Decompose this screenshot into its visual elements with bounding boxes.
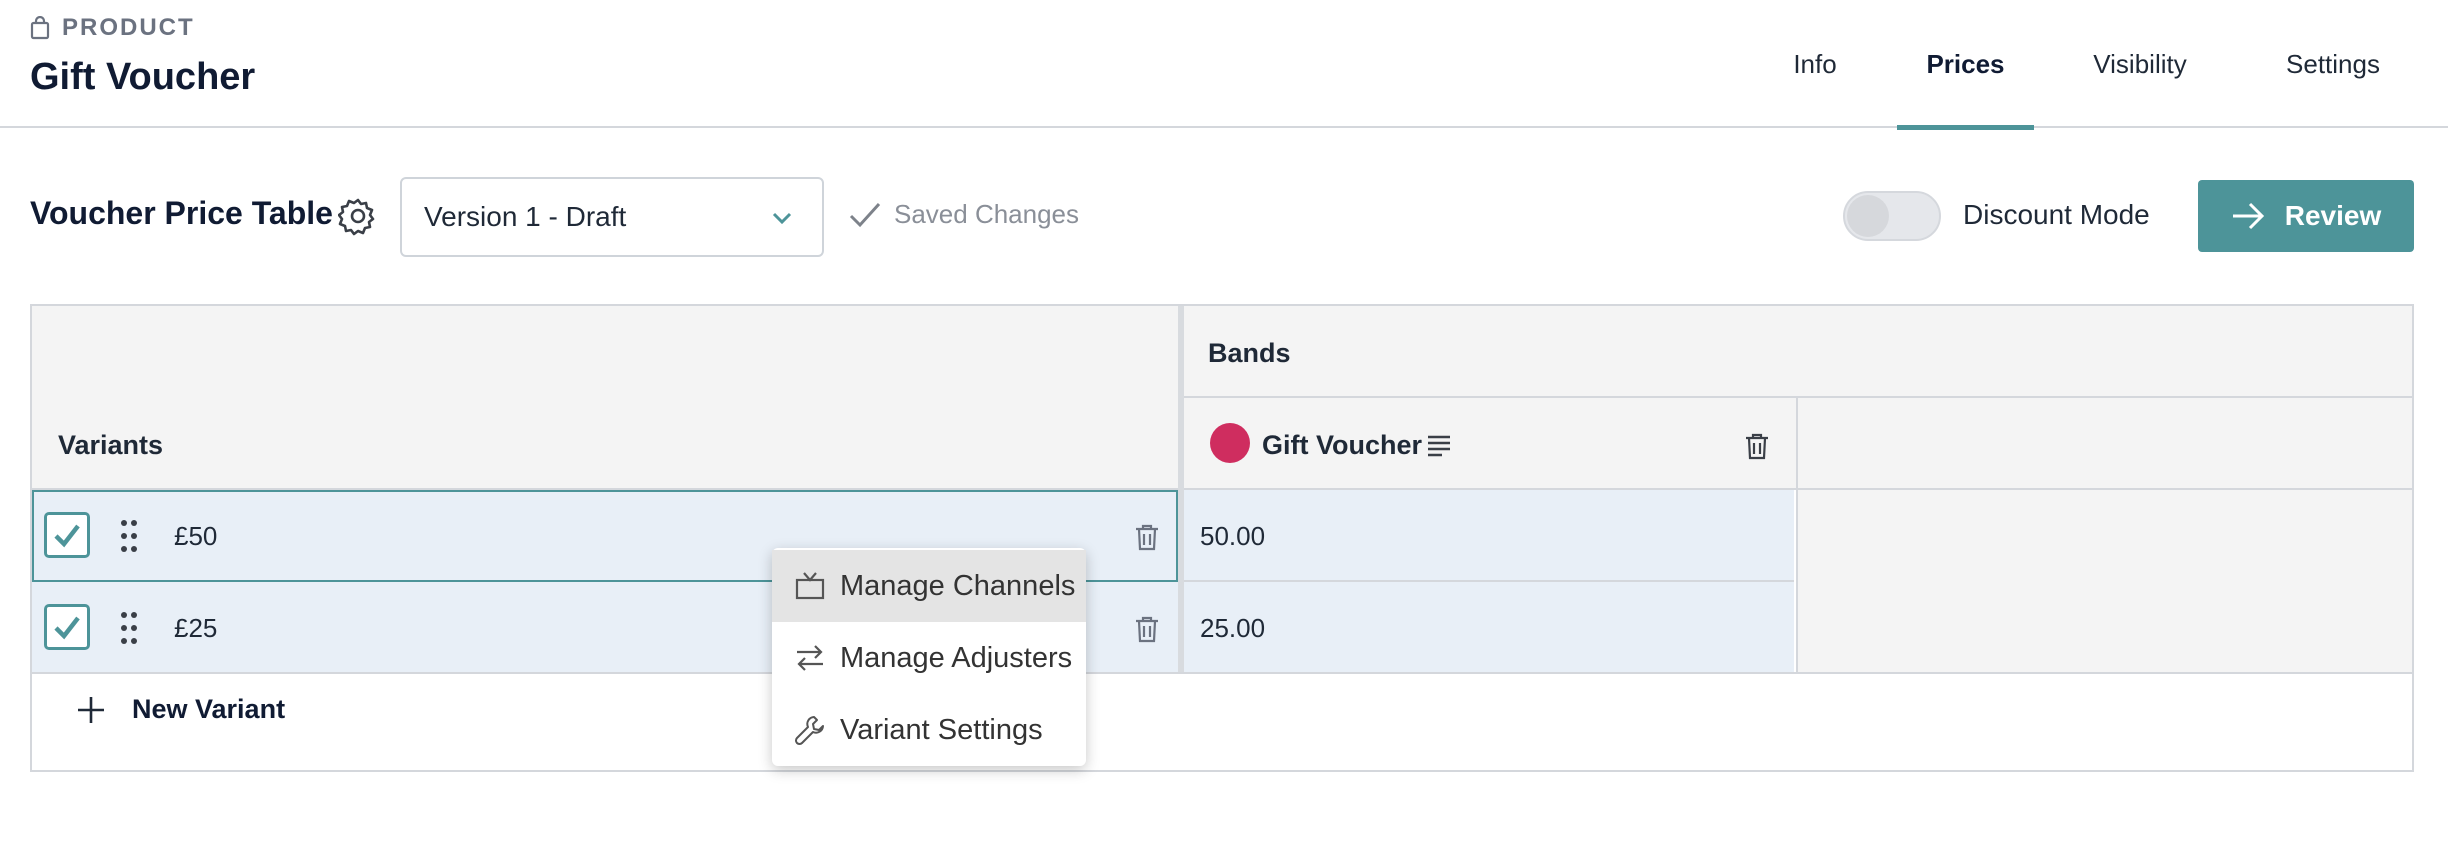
saved-status-label: Saved Changes	[894, 199, 1080, 229]
chevron-down-icon	[772, 212, 792, 225]
page-header: PRODUCT Gift Voucher Info Prices Visibil…	[0, 0, 2448, 130]
toggle-knob	[1847, 195, 1889, 237]
tv-icon	[795, 572, 825, 600]
price-cell[interactable]: 25.00	[1200, 613, 1265, 644]
product-eyebrow: PRODUCT	[30, 14, 195, 42]
arrow-right-icon	[2232, 202, 2264, 230]
bands-header: Bands	[1208, 338, 1291, 368]
delete-variant-icon[interactable]	[1134, 615, 1160, 643]
variants-header: Variants	[58, 430, 164, 460]
row-checkbox[interactable]	[44, 604, 90, 650]
price-cells-bg	[1180, 490, 1794, 674]
checkmark-icon	[54, 616, 80, 640]
divider	[1796, 396, 1798, 672]
menu-item-label: Manage Channels	[840, 569, 1076, 602]
price-table: Bands Variants Gift Voucher £50 50.00 £2…	[30, 304, 2414, 772]
drag-handle-icon[interactable]	[120, 611, 138, 645]
delete-band-icon[interactable]	[1744, 432, 1770, 460]
band-color-dot	[1210, 423, 1250, 463]
menu-item-label: Variant Settings	[840, 713, 1043, 746]
plus-icon	[78, 696, 104, 723]
tab-settings[interactable]: Settings	[2264, 0, 2402, 128]
discount-mode-toggle[interactable]	[1843, 191, 1941, 241]
page-title: Gift Voucher	[30, 56, 256, 98]
eyebrow-label: PRODUCT	[62, 14, 195, 41]
table-header	[32, 306, 2412, 490]
new-variant-button[interactable]: New Variant	[76, 694, 285, 725]
empty-band-column	[1796, 490, 2412, 674]
variant-label[interactable]: £50	[174, 521, 217, 552]
checkmark-icon	[54, 524, 80, 548]
text-lines-icon[interactable]	[1426, 434, 1452, 458]
delete-variant-icon[interactable]	[1134, 523, 1160, 551]
tab-prices[interactable]: Prices	[1897, 0, 2034, 130]
variant-context-menu: Manage Channels Manage Adjusters Variant…	[772, 548, 1086, 766]
arrows-swap-icon	[797, 645, 823, 671]
review-button[interactable]: Review	[2198, 180, 2414, 252]
divider	[32, 672, 2412, 674]
price-cell[interactable]: 50.00	[1200, 521, 1265, 552]
version-select[interactable]: Version 1 - Draft	[400, 177, 824, 257]
tab-visibility[interactable]: Visibility	[2070, 0, 2210, 128]
menu-item-manage-adjusters[interactable]: Manage Adjusters	[772, 622, 1086, 694]
gear-icon[interactable]	[338, 196, 378, 236]
column-divider	[1178, 306, 1184, 672]
tab-info[interactable]: Info	[1772, 0, 1858, 128]
version-select-value: Version 1 - Draft	[424, 201, 627, 232]
row-checkbox[interactable]	[44, 512, 90, 558]
menu-item-variant-settings[interactable]: Variant Settings	[772, 694, 1086, 766]
discount-mode-label: Discount Mode	[1963, 199, 2150, 230]
menu-item-manage-channels[interactable]: Manage Channels	[772, 550, 1086, 622]
shopping-bag-icon	[30, 16, 50, 40]
price-table-title: Voucher Price Table	[30, 195, 333, 231]
saved-status: Saved Changes	[848, 199, 1079, 230]
band-name: Gift Voucher	[1262, 430, 1423, 460]
drag-handle-icon[interactable]	[120, 519, 138, 553]
checkmark-icon	[849, 202, 881, 227]
menu-item-label: Manage Adjusters	[840, 641, 1073, 674]
variant-label[interactable]: £25	[174, 613, 217, 644]
wrench-icon	[794, 716, 824, 746]
review-button-label: Review	[2284, 200, 2382, 231]
new-variant-label: New Variant	[132, 694, 286, 724]
